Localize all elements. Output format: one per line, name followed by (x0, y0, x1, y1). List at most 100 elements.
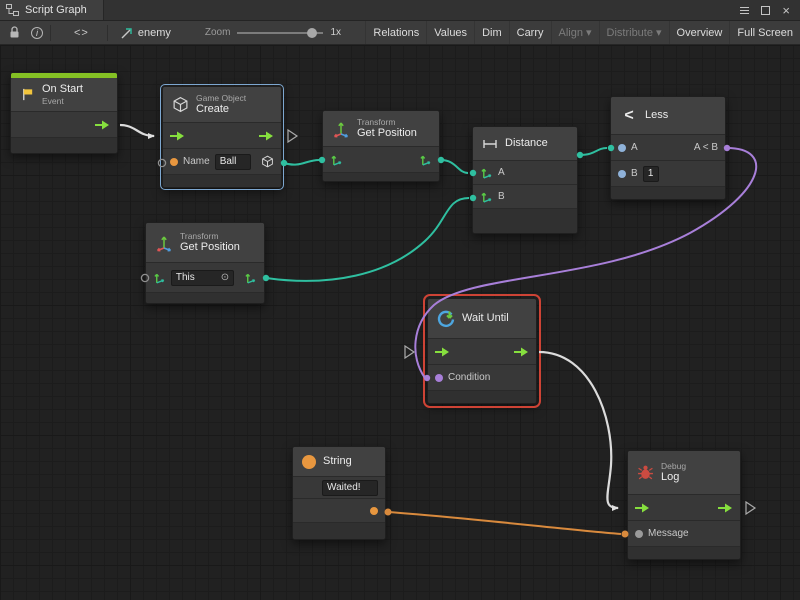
gameobject-output-port[interactable] (261, 155, 274, 168)
flag-icon (20, 87, 35, 102)
vector-output-port[interactable] (419, 153, 432, 166)
tab-script-graph[interactable]: Script Graph (0, 0, 104, 20)
flow-out-port[interactable] (259, 131, 274, 141)
node-header: On Start Event (11, 78, 117, 112)
wire-string-to-log[interactable] (388, 512, 621, 534)
graph-asset[interactable]: enemy (121, 27, 171, 39)
transform-input-port[interactable] (330, 153, 343, 166)
node-debug-log[interactable]: Debug Log Message (627, 450, 741, 560)
overview-button[interactable]: Overview (669, 21, 730, 44)
toolbar-separator (50, 25, 51, 41)
port-label: B (631, 168, 638, 179)
node-get-position-left[interactable]: Transform Get Position This ⊙ (145, 222, 265, 304)
node-title: On Start (42, 83, 83, 96)
graph-asset-icon (121, 27, 133, 39)
name-field[interactable]: Ball (215, 154, 251, 170)
port-row (323, 147, 439, 173)
values-button[interactable]: Values (426, 21, 474, 44)
distribute-button[interactable]: Distribute▾ (599, 21, 669, 44)
message-input-port[interactable] (635, 530, 643, 538)
zoom-slider[interactable] (237, 27, 323, 39)
node-wait-until[interactable]: Wait Until Condition (427, 298, 537, 404)
close-icon[interactable]: × (782, 6, 790, 15)
node-category: Debug (661, 461, 686, 471)
node-create-gameobject[interactable]: Game Object Create Name Ball (162, 86, 282, 188)
button-label: Align (559, 27, 583, 39)
button-label: Relations (373, 27, 419, 39)
transform-icon (155, 234, 173, 252)
button-label: Values (434, 27, 467, 39)
bug-icon (637, 464, 654, 481)
window-titlebar: Script Graph × (0, 0, 800, 21)
vector-input-port-b[interactable] (480, 190, 493, 203)
port-label: Message (648, 528, 689, 539)
flow-in-port[interactable] (635, 503, 650, 513)
lock-icon[interactable] (9, 26, 20, 39)
zoom-slider-handle[interactable] (307, 28, 317, 38)
wire-distance-to-less[interactable] (580, 148, 607, 155)
wire-create-to-getposition[interactable] (284, 160, 319, 165)
node-footer (163, 175, 281, 187)
vector-output-port[interactable] (244, 271, 257, 284)
node-get-position-top[interactable]: Transform Get Position (322, 110, 440, 182)
align-button[interactable]: Align▾ (551, 21, 599, 44)
cube-icon (172, 96, 189, 113)
button-label: Overview (677, 27, 723, 39)
input-port-b[interactable] (618, 170, 626, 178)
node-distance[interactable]: Distance A B (472, 126, 578, 234)
code-preview-icon[interactable]: <> (74, 27, 89, 39)
chevron-down-icon: ▾ (586, 26, 592, 39)
zoom-label: Zoom (205, 27, 231, 38)
input-port-a[interactable] (618, 144, 626, 152)
node-less[interactable]: < Less A A < B B 1 (610, 96, 726, 200)
relations-button[interactable]: Relations (365, 21, 426, 44)
dim-button[interactable]: Dim (474, 21, 509, 44)
node-footer (611, 187, 725, 199)
flow-row (628, 495, 740, 521)
graph-canvas[interactable]: On Start Event Game Object Create (0, 45, 800, 600)
vector-input-port-a[interactable] (480, 166, 493, 179)
carry-button[interactable]: Carry (509, 21, 551, 44)
unconnected-flow-out-create[interactable] (288, 130, 297, 142)
string-value-field[interactable]: Waited! (322, 480, 378, 496)
node-header: Transform Get Position (323, 111, 439, 147)
port-row-a: A A < B (611, 135, 725, 161)
node-subtitle: Event (42, 96, 83, 106)
flow-in-port[interactable] (435, 347, 450, 357)
wire-waituntil-to-log[interactable] (539, 352, 618, 508)
wire-getpositiontop-to-distance-a[interactable] (441, 160, 468, 173)
message-row: Message (628, 521, 740, 547)
flow-out-port[interactable] (95, 120, 110, 130)
name-port-row: Name Ball (163, 149, 281, 175)
port-label: A (498, 167, 505, 178)
target-field[interactable]: This ⊙ (171, 270, 234, 286)
flow-out-port[interactable] (514, 347, 529, 357)
maximize-icon[interactable] (761, 6, 770, 15)
flow-in-port[interactable] (170, 131, 185, 141)
condition-input-port[interactable] (435, 374, 443, 382)
node-string[interactable]: String Waited! (292, 446, 386, 540)
info-icon[interactable]: i (31, 27, 43, 39)
node-footer (146, 293, 264, 303)
string-output-port[interactable] (370, 507, 378, 515)
b-value-field[interactable]: 1 (643, 166, 659, 182)
port-row-a: A (473, 161, 577, 185)
transform-input-port[interactable] (153, 271, 166, 284)
flow-out-port[interactable] (718, 503, 733, 513)
window-controls: × (740, 0, 800, 20)
node-footer (323, 173, 439, 181)
port-row-b: B 1 (611, 161, 725, 187)
window-menu-icon[interactable] (740, 7, 749, 14)
wire-getpositionleft-to-distance-b[interactable] (266, 198, 469, 281)
distance-icon (482, 136, 498, 152)
port-label: A (631, 142, 638, 153)
wire-flow-start-to-create[interactable] (120, 125, 154, 136)
name-input-port[interactable] (170, 158, 178, 166)
unconnected-flow-in-waituntil[interactable] (405, 346, 414, 358)
target-value: This (176, 272, 195, 284)
fullscreen-button[interactable]: Full Screen (729, 21, 800, 44)
unconnected-flow-out-log[interactable] (746, 502, 755, 514)
node-on-start[interactable]: On Start Event (10, 72, 118, 154)
button-label: Carry (517, 27, 544, 39)
port-row (11, 112, 117, 138)
